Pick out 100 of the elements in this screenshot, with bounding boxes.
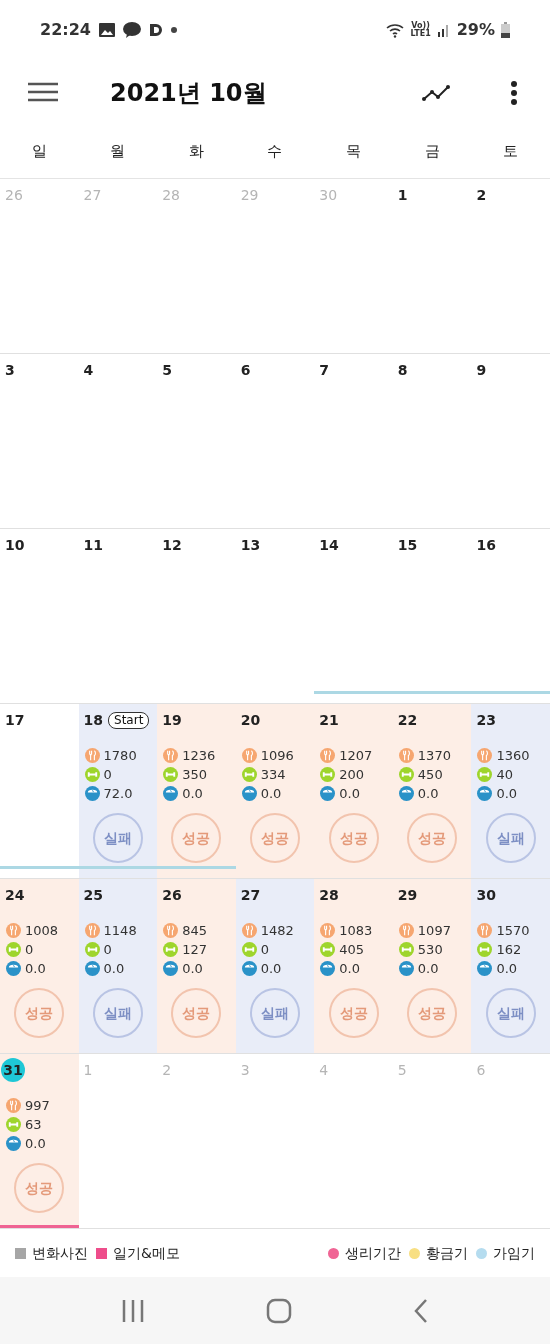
day-number: 13 xyxy=(239,535,262,555)
stat-value: 1482 xyxy=(260,921,294,940)
stat-value: 0 xyxy=(260,940,269,959)
day-cell[interactable]: 21 1207 200 0.0 성공 xyxy=(314,704,393,878)
fork-knife-icon xyxy=(398,748,414,763)
day-number: 20 xyxy=(239,710,262,730)
result-stamp: 성공 xyxy=(407,813,458,863)
stat-value: 1008 xyxy=(25,921,59,940)
result-stamp: 성공 xyxy=(250,813,300,863)
day-cell[interactable]: 24 1008 0 0.0 성공 xyxy=(0,879,79,1053)
day-number: 2 xyxy=(475,185,488,205)
day-number: 31 xyxy=(1,1058,25,1082)
stat-value: 0.0 xyxy=(25,1134,46,1153)
stat-value: 0 xyxy=(25,940,34,959)
result-stamp: 성공 xyxy=(14,1163,65,1213)
day-number: 28 xyxy=(318,885,340,905)
day-number: 27 xyxy=(239,885,262,905)
stat-value: 1570 xyxy=(496,921,530,940)
stat-value: 0.0 xyxy=(260,784,282,803)
stat-value: 1780 xyxy=(103,746,137,765)
day-number: 3 xyxy=(4,360,16,380)
day-number: 2 xyxy=(161,1060,173,1080)
day-cell[interactable]: 28 1083 405 0.0 성공 xyxy=(314,879,393,1053)
stat-value: 0.0 xyxy=(103,959,125,978)
fork-knife-icon xyxy=(84,923,100,938)
day-cell[interactable]: 31 997 63 0.0 성공 xyxy=(0,1054,79,1228)
stat-value: 0.0 xyxy=(496,784,518,803)
day-number: 29 xyxy=(239,185,260,205)
day-number: 1 xyxy=(82,1060,94,1080)
home-button[interactable] xyxy=(266,1297,292,1324)
day-number: 1 xyxy=(396,185,409,205)
recent-apps-button[interactable] xyxy=(120,1298,145,1323)
scale-icon xyxy=(398,961,414,976)
network-label: Vo)) xyxy=(411,22,430,30)
scale-icon xyxy=(163,786,179,801)
day-cell[interactable]: 25 1148 0 0.0 실패 xyxy=(78,879,158,1053)
day-cell[interactable]: 27 1482 0 0.0 실패 xyxy=(235,879,315,1053)
fork-knife-icon xyxy=(84,748,100,763)
result-stamp: 실패 xyxy=(92,988,143,1038)
day-number: 30 xyxy=(318,185,339,205)
day-number: 6 xyxy=(239,360,252,380)
day-number: 25 xyxy=(82,885,105,905)
stat-value: 0.0 xyxy=(339,959,360,978)
month-title: 2021년 10월 xyxy=(110,77,267,109)
menu-icon xyxy=(28,81,58,102)
back-button[interactable] xyxy=(413,1297,430,1324)
stat-value: 997 xyxy=(25,1096,50,1115)
stat-value: 530 xyxy=(417,940,443,959)
day-number: 18 xyxy=(82,710,105,730)
fork-knife-icon xyxy=(163,748,179,763)
recent-apps-icon xyxy=(120,1298,145,1323)
signal-icon xyxy=(436,23,451,37)
day-number: 10 xyxy=(4,535,26,555)
day-cell[interactable]: 26 845 127 0.0 성공 xyxy=(157,879,236,1053)
scale-icon xyxy=(6,1136,21,1151)
legend-label: 일기&메모 xyxy=(113,1243,180,1263)
day-number: 4 xyxy=(82,360,95,380)
dumbbell-icon xyxy=(477,767,493,782)
menu-button[interactable] xyxy=(28,81,58,104)
fork-knife-icon xyxy=(320,748,336,763)
network-label: LTE1 xyxy=(410,30,431,38)
stat-value: 0.0 xyxy=(260,959,282,978)
stat-value: 1148 xyxy=(103,921,137,940)
result-stamp: 성공 xyxy=(328,813,379,863)
day-number: 24 xyxy=(4,885,26,905)
dumbbell-icon xyxy=(163,942,179,957)
chart-button[interactable] xyxy=(422,83,450,102)
day-cell[interactable]: 19 1236 350 0.0 성공 xyxy=(157,704,236,878)
more-icon xyxy=(510,79,518,106)
day-cell[interactable]: 18 Start 1780 0 72.0 실패 xyxy=(78,704,158,878)
stat-value: 1207 xyxy=(339,746,373,765)
day-number: 12 xyxy=(161,535,183,555)
fork-knife-icon xyxy=(398,923,414,938)
dumbbell-icon xyxy=(398,767,414,782)
day-cell[interactable]: 20 1096 334 0.0 성공 xyxy=(235,704,315,878)
scale-icon xyxy=(6,961,21,976)
scale-icon xyxy=(320,786,336,801)
day-cell[interactable]: 23 1360 40 0.0 실패 xyxy=(471,704,550,878)
stat-value: 127 xyxy=(182,940,207,959)
day-number: 22 xyxy=(396,710,419,730)
dumbbell-icon xyxy=(241,767,257,782)
day-cell[interactable]: 29 1097 530 0.0 성공 xyxy=(392,879,472,1053)
result-stamp: 성공 xyxy=(407,988,458,1038)
chat-bubble-icon xyxy=(122,22,141,38)
dot-icon xyxy=(170,27,177,33)
scale-icon xyxy=(477,786,493,801)
back-icon xyxy=(413,1297,430,1324)
stat-value: 1097 xyxy=(417,921,451,940)
day-number: 6 xyxy=(475,1060,487,1080)
scale-icon xyxy=(84,786,100,801)
wifi-icon xyxy=(386,22,405,38)
day-cell[interactable]: 30 1570 162 0.0 실패 xyxy=(471,879,550,1053)
fork-knife-icon xyxy=(163,923,179,938)
battery-percent: 29% xyxy=(456,19,495,41)
stat-value: 1096 xyxy=(260,746,294,765)
image-icon xyxy=(98,23,115,37)
day-cell[interactable]: 22 1370 450 0.0 성공 xyxy=(392,704,472,878)
dumbbell-icon xyxy=(84,767,100,782)
more-button[interactable] xyxy=(510,79,518,106)
day-number: 21 xyxy=(318,710,340,730)
